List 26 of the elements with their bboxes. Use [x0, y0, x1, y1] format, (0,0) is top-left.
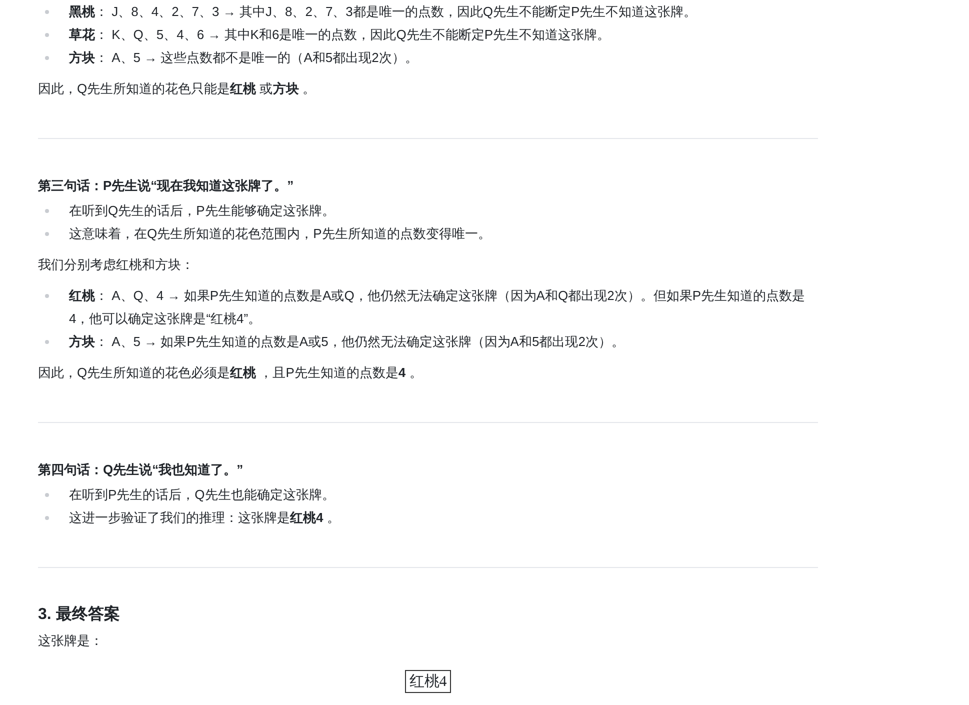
paragraph: 因此，Q先生所知道的花色必须是红桃 ，且P先生知道的点数是4 。 — [38, 364, 424, 382]
list-item-text: 草花： K、Q、5、4、6 → 其中K和6是唯一的点数，因此Q先生不能断定P先生不知道这张牌。 — [69, 26, 611, 44]
subheading: 第三句话：P先生说“现在我知道这张牌了。” — [38, 177, 295, 195]
bullet-dot — [45, 209, 49, 213]
paragraph: 这张牌是： — [38, 632, 104, 650]
paragraph: 我们分别考虑红桃和方块： — [38, 256, 195, 274]
bullet-dot — [45, 10, 49, 14]
section-heading: 3. 最终答案 — [38, 604, 121, 625]
bullet-dot — [45, 33, 49, 37]
bullet-dot — [45, 294, 49, 298]
list-item-text: 在听到P先生的话后，Q先生也能确定这张牌。 — [69, 486, 336, 504]
list-item-text: 方块： A、5 → 如果P先生知道的点数是A或5，他仍然无法确定这张牌（因为A和5都出现2次）。 — [69, 333, 626, 351]
list-item-text: 这进一步验证了我们的推理：这张牌是红桃4 。 — [69, 509, 341, 527]
bullet-dot — [45, 516, 49, 520]
subheading: 第四句话：Q先生说“我也知道了。” — [38, 461, 244, 479]
bullet-dot — [45, 56, 49, 60]
boxed-answer: 红桃4 — [405, 670, 451, 693]
list-item-text: 黑桃： J、8、4、2、7、3 → 其中J、8、2、7、3都是唯一的点数，因此Q先生不能断定P先生不知道这张牌。 — [69, 3, 698, 21]
bullet-dot — [45, 232, 49, 236]
paragraph: 因此，Q先生所知道的花色只能是红桃 或方块 。 — [38, 80, 316, 98]
list-item-text: 红桃： A、Q、4 → 如果P先生知道的点数是A或Q，他仍然无法确定这张牌（因为A和Q都出现2次）。但如果P先生知道的点数是4，他可以确定这张牌是“红桃4”。 — [69, 287, 806, 328]
bullet-dot — [45, 340, 49, 344]
bullet-dot — [45, 493, 49, 497]
list-item-text: 这意味着，在Q先生所知道的花色范围内，P先生所知道的点数变得唯一。 — [69, 225, 492, 243]
list-item-text: 在听到Q先生的话后，P先生能够确定这张牌。 — [69, 202, 336, 220]
list-item-text: 方块： A、5 → 这些点数都不是唯一的（A和5都出现2次）。 — [69, 49, 419, 67]
